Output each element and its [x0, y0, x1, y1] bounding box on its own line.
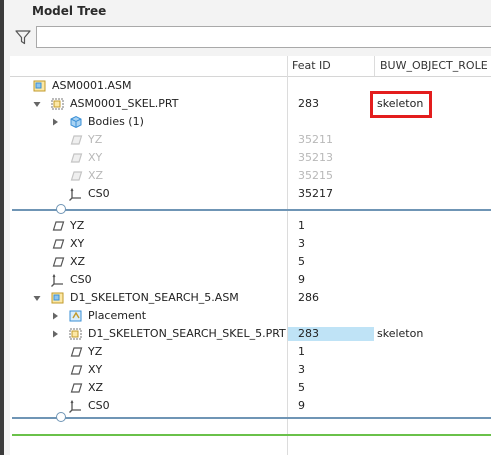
tree-row[interactable]: XZ 5 [10, 379, 491, 397]
coordinate-system-icon [68, 186, 84, 202]
skeleton-part-icon [68, 326, 84, 342]
tree-row-label: ASM0001.ASM [52, 79, 132, 92]
tree-row-label: YZ [70, 219, 85, 232]
insert-here-handle[interactable] [56, 204, 66, 214]
feat-id-cell: 5 [298, 381, 305, 394]
tree-row-label: XY [88, 151, 103, 164]
assembly-icon [32, 78, 48, 94]
tree-row[interactable]: XY 3 [10, 361, 491, 379]
role-column-header[interactable]: BUW_OBJECT_ROLE [380, 56, 491, 76]
coordinate-system-icon [50, 272, 66, 288]
feat-id-cell: 35217 [298, 187, 333, 200]
tree-row-label: YZ [88, 345, 103, 358]
feat-id-cell: 1 [298, 345, 305, 358]
datum-plane-icon [68, 150, 84, 166]
datum-plane-icon [50, 254, 66, 270]
feat-id-column-header[interactable]: Feat ID [292, 56, 372, 76]
insert-here-separator[interactable] [12, 417, 491, 419]
tree-row[interactable]: Placement [10, 307, 491, 325]
tree-row-label: XY [70, 237, 85, 250]
tree-row-label: XY [88, 363, 103, 376]
tree-row-label: Placement [88, 309, 147, 322]
feat-id-cell: 35211 [298, 133, 333, 146]
tree-row-label: D1_SKELETON_SEARCH_SKEL_5.PRT [88, 327, 286, 340]
tree-row-label: Bodies (1) [88, 115, 144, 128]
tree-row-label: CS0 [88, 187, 110, 200]
insert-here-separator[interactable] [12, 209, 491, 211]
tree-row-label: ASM0001_SKEL.PRT [70, 97, 179, 110]
tree-row[interactable]: CS0 35217 [10, 185, 491, 203]
tree-row-label: D1_SKELETON_SEARCH_5.ASM [70, 291, 239, 304]
feat-id-cell: 9 [298, 273, 305, 286]
expand-arrow-icon[interactable] [50, 117, 60, 127]
datum-plane-icon [50, 218, 66, 234]
skeleton-part-icon [50, 96, 66, 112]
insert-line [12, 434, 491, 436]
bodies-icon [68, 114, 84, 130]
tree-row[interactable]: D1_SKELETON_SEARCH_5.ASM 286 [10, 289, 491, 307]
collapse-arrow-icon[interactable] [32, 293, 42, 303]
datum-plane-icon [50, 236, 66, 252]
tree-row[interactable]: YZ 1 [10, 217, 491, 235]
filter-input[interactable] [36, 26, 491, 48]
tree-row[interactable]: Bodies (1) [10, 113, 491, 131]
tree-row[interactable]: XY 3 [10, 235, 491, 253]
placement-icon [68, 308, 84, 324]
insert-here-handle[interactable] [56, 412, 66, 422]
feat-id-cell: 283 [298, 97, 319, 110]
coordinate-system-icon [68, 398, 84, 414]
tree-row[interactable]: ASM0001_SKEL.PRT 283 skeleton [10, 91, 491, 118]
datum-plane-icon [68, 380, 84, 396]
expand-arrow-icon[interactable] [50, 311, 60, 321]
panel-title: Model Tree [32, 4, 107, 18]
feat-id-cell: 35215 [298, 169, 333, 182]
tree-row[interactable]: XY 35213 [10, 149, 491, 167]
tree-row-label: CS0 [88, 399, 110, 412]
tree-row[interactable]: YZ 35211 [10, 131, 491, 149]
assembly-icon [50, 290, 66, 306]
feat-id-cell: 286 [298, 291, 319, 304]
tree-row[interactable]: XZ 5 [10, 253, 491, 271]
column-divider[interactable] [374, 56, 375, 76]
model-tree-table: Feat ID BUW_OBJECT_ROLE ASM0001.ASM ASM00… [10, 56, 491, 455]
tree-row[interactable]: CS0 9 [10, 397, 491, 415]
feat-id-cell: 3 [298, 237, 305, 250]
datum-plane-icon [68, 168, 84, 184]
feat-id-cell: 35213 [298, 151, 333, 164]
feat-id-cell: 1 [298, 219, 305, 232]
feat-id-cell: 9 [298, 399, 305, 412]
window-left-edge [0, 0, 4, 455]
tree-row-label: XZ [88, 169, 104, 182]
datum-plane-icon [68, 344, 84, 360]
collapse-arrow-icon[interactable] [32, 99, 42, 109]
tree-row[interactable]: XZ 35215 [10, 167, 491, 185]
tree-row[interactable]: D1_SKELETON_SEARCH_SKEL_5.PRT 283 skeleton [10, 325, 491, 343]
datum-plane-icon [68, 362, 84, 378]
tree-row[interactable]: YZ 1 [10, 343, 491, 361]
feat-id-cell: 5 [298, 255, 305, 268]
tree-row-label: CS0 [70, 273, 92, 286]
tree-row-label: XZ [88, 381, 104, 394]
filter-icon[interactable] [14, 28, 32, 46]
tree-row-label: XZ [70, 255, 86, 268]
object-role-cell: skeleton [377, 97, 424, 110]
feat-id-cell: 283 [298, 327, 319, 340]
tree-row[interactable]: CS0 9 [10, 271, 491, 289]
object-role-cell: skeleton [377, 327, 424, 340]
expand-arrow-icon[interactable] [50, 329, 60, 339]
datum-plane-icon [68, 132, 84, 148]
tree-row-label: YZ [88, 133, 103, 146]
feat-id-cell: 3 [298, 363, 305, 376]
tree-column-header[interactable] [10, 56, 287, 76]
